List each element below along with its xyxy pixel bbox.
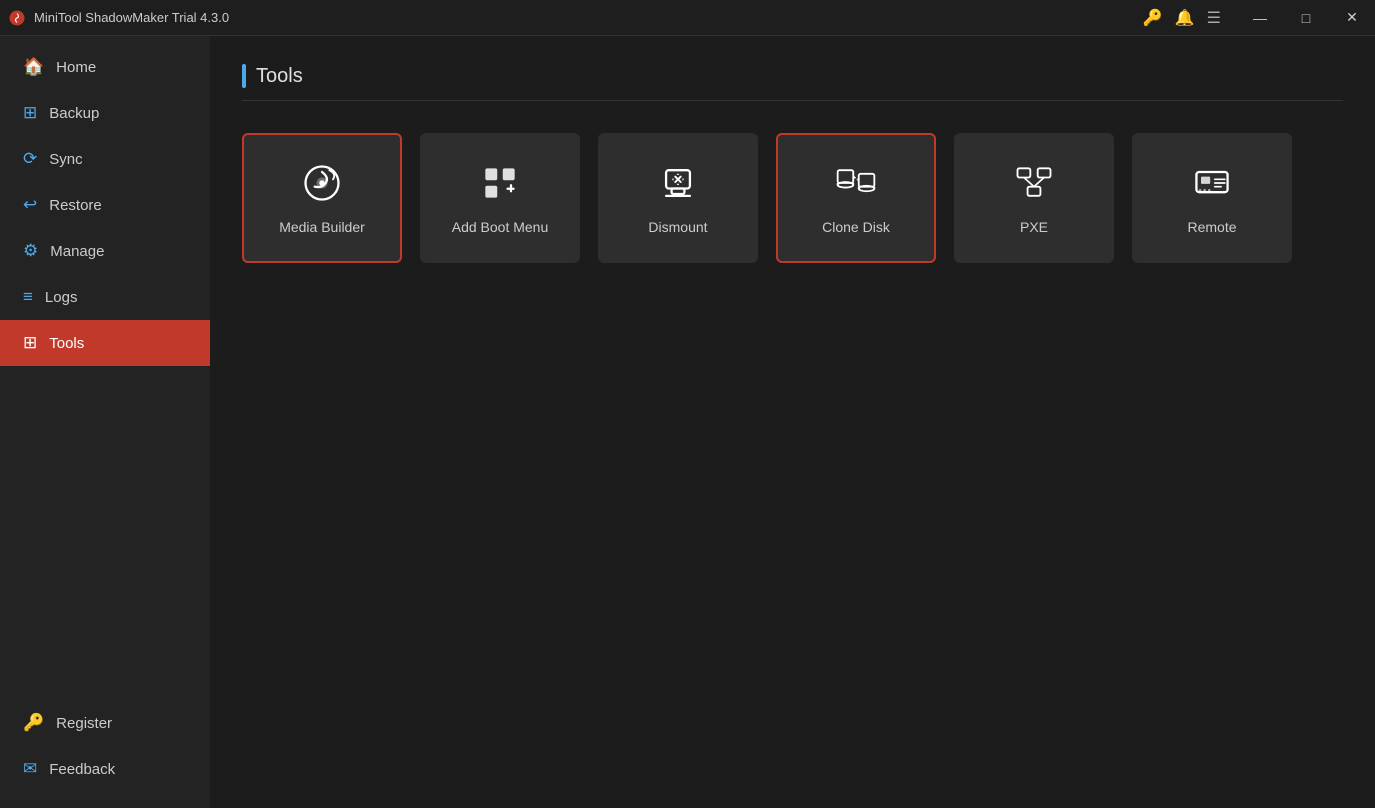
sidebar-label-restore: Restore — [49, 197, 102, 214]
home-icon: 🏠 — [23, 57, 44, 77]
header-accent — [242, 64, 246, 88]
key-icon[interactable]: 🔑 — [1143, 8, 1163, 28]
clone-disk-label: Clone Disk — [822, 219, 890, 235]
backup-icon: ⊞ — [23, 103, 37, 123]
sidebar-item-backup[interactable]: ⊞ Backup — [0, 90, 210, 136]
sidebar-item-sync[interactable]: ⟳ Sync — [0, 136, 210, 182]
restore-icon: ↩ — [23, 195, 37, 215]
sidebar-bottom: 🔑 Register ✉ Feedback — [0, 700, 210, 808]
sidebar-item-tools[interactable]: ⊞ Tools — [0, 320, 210, 366]
register-icon: 🔑 — [23, 713, 44, 733]
menu-icon[interactable]: ☰ — [1207, 8, 1221, 28]
sidebar-item-feedback[interactable]: ✉ Feedback — [0, 746, 210, 792]
content-area: Tools Media Builder — [210, 36, 1375, 808]
add-boot-menu-label: Add Boot Menu — [452, 219, 549, 235]
media-builder-label: Media Builder — [279, 219, 365, 235]
pxe-label: PXE — [1020, 219, 1048, 235]
feedback-icon: ✉ — [23, 759, 37, 779]
sidebar-label-sync: Sync — [49, 151, 82, 168]
close-button[interactable]: ✕ — [1337, 5, 1367, 31]
tool-card-add-boot-menu[interactable]: Add Boot Menu — [420, 133, 580, 263]
page-header: Tools — [242, 64, 1343, 101]
sidebar: 🏠 Home ⊞ Backup ⟳ Sync ↩ Restore ⚙ Manag… — [0, 36, 210, 808]
sidebar-item-restore[interactable]: ↩ Restore — [0, 182, 210, 228]
app-icon — [8, 9, 26, 27]
pxe-icon — [1012, 161, 1056, 205]
bell-icon[interactable]: 🔔 — [1175, 8, 1195, 28]
sidebar-item-home[interactable]: 🏠 Home — [0, 44, 210, 90]
media-builder-icon — [300, 161, 344, 205]
tools-icon: ⊞ — [23, 333, 37, 353]
minimize-button[interactable]: — — [1245, 5, 1275, 31]
sidebar-label-register: Register — [56, 715, 112, 732]
main-layout: 🏠 Home ⊞ Backup ⟳ Sync ↩ Restore ⚙ Manag… — [0, 36, 1375, 808]
tool-card-clone-disk[interactable]: Clone Disk — [776, 133, 936, 263]
dismount-icon — [656, 161, 700, 205]
dismount-label: Dismount — [648, 219, 707, 235]
app-title: MiniTool ShadowMaker Trial 4.3.0 — [34, 10, 229, 25]
clone-disk-icon — [834, 161, 878, 205]
remote-label: Remote — [1187, 219, 1236, 235]
title-bar-icons: 🔑 🔔 ☰ — [1143, 8, 1221, 28]
tools-grid: Media Builder Add Boot Menu — [242, 133, 1343, 263]
tool-card-remote[interactable]: Remote — [1132, 133, 1292, 263]
remote-icon — [1190, 161, 1234, 205]
sidebar-label-home: Home — [56, 59, 96, 76]
manage-icon: ⚙ — [23, 241, 38, 261]
tool-card-media-builder[interactable]: Media Builder — [242, 133, 402, 263]
tool-card-pxe[interactable]: PXE — [954, 133, 1114, 263]
tool-card-dismount[interactable]: Dismount — [598, 133, 758, 263]
title-bar: MiniTool ShadowMaker Trial 4.3.0 🔑 🔔 ☰ —… — [0, 0, 1375, 36]
sidebar-label-feedback: Feedback — [49, 761, 115, 778]
sidebar-label-manage: Manage — [50, 243, 104, 260]
logs-icon: ≡ — [23, 287, 33, 307]
maximize-button[interactable]: □ — [1291, 5, 1321, 31]
sidebar-item-register[interactable]: 🔑 Register — [0, 700, 210, 746]
add-boot-menu-icon — [478, 161, 522, 205]
title-bar-left: MiniTool ShadowMaker Trial 4.3.0 — [8, 9, 229, 27]
sidebar-label-tools: Tools — [49, 335, 84, 352]
sidebar-item-logs[interactable]: ≡ Logs — [0, 274, 210, 320]
sidebar-label-backup: Backup — [49, 105, 99, 122]
sync-icon: ⟳ — [23, 149, 37, 169]
sidebar-label-logs: Logs — [45, 289, 78, 306]
page-title: Tools — [256, 65, 303, 88]
sidebar-item-manage[interactable]: ⚙ Manage — [0, 228, 210, 274]
